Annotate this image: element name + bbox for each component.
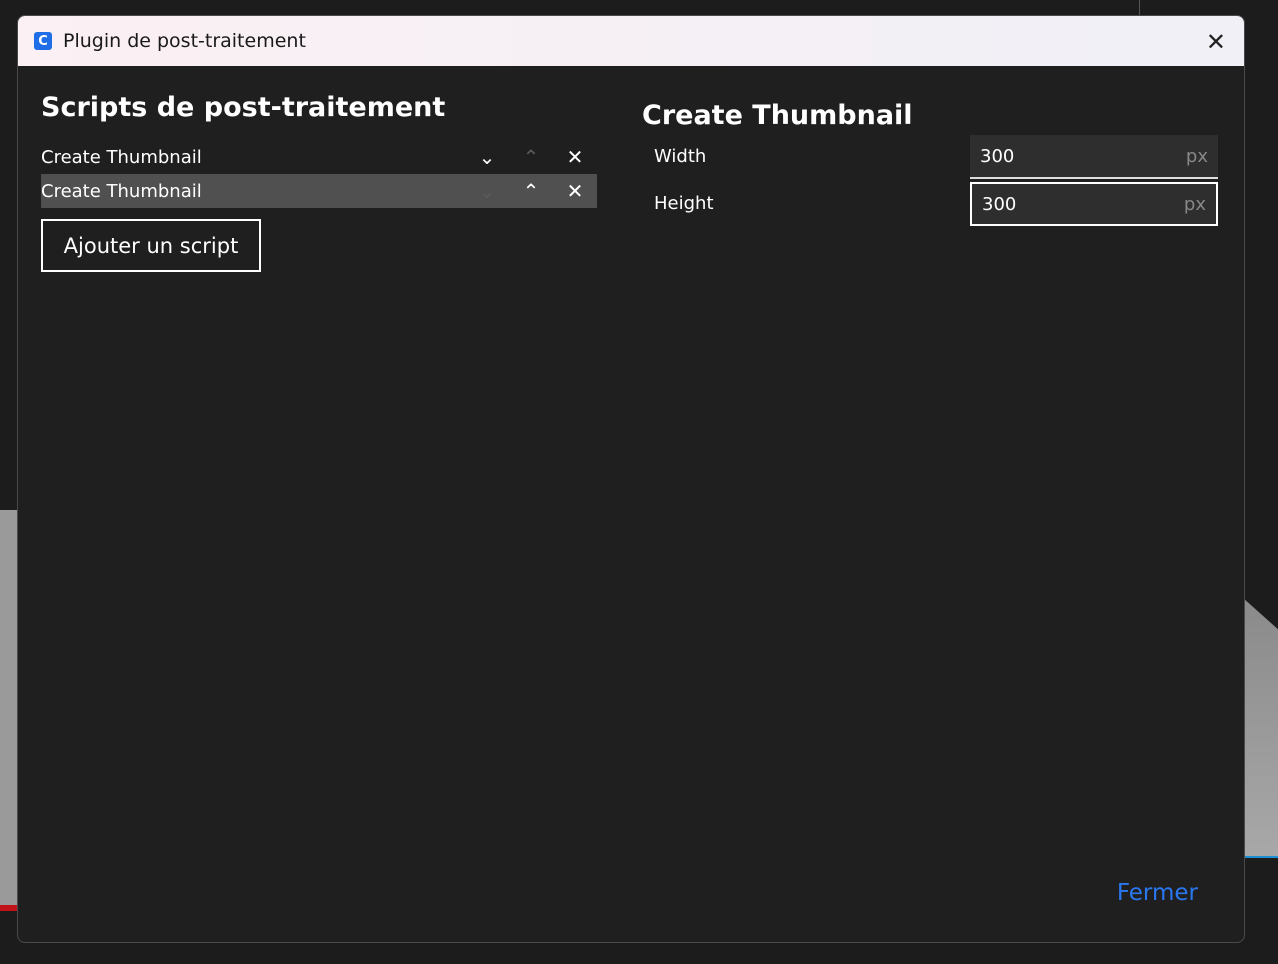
background-build-plate [1243,598,1278,858]
title-bar: C Plugin de post-traitement ✕ [18,16,1244,66]
chevron-down-icon[interactable]: ⌄ [465,145,509,169]
chevron-up-icon[interactable]: ⌃ [509,179,553,203]
remove-icon[interactable]: ✕ [553,145,597,169]
chevron-down-icon[interactable]: ⌄ [465,179,509,203]
background-line [1139,0,1140,16]
script-label: Create Thumbnail [41,146,202,168]
script-label: Create Thumbnail [41,180,202,202]
height-unit: px [1183,193,1206,215]
width-value[interactable]: 300 [970,146,1186,167]
width-unit: px [1185,145,1208,167]
height-label: Height [654,193,714,214]
height-input[interactable]: 300 px [970,182,1218,226]
width-input[interactable]: 300 px [970,135,1218,179]
close-button[interactable]: Fermer [1117,880,1198,906]
add-script-button[interactable]: Ajouter un script [41,219,261,272]
remove-icon[interactable]: ✕ [553,179,597,203]
height-value[interactable]: 300 [972,194,1184,215]
settings-heading: Create Thumbnail [642,100,913,131]
app-icon: C [34,32,52,50]
width-label: Width [654,146,707,167]
close-icon[interactable]: ✕ [1206,28,1226,56]
script-list-item-selected[interactable]: Create Thumbnail ⌄ ⌃ ✕ [41,174,597,208]
post-processing-dialog: C Plugin de post-traitement ✕ Scripts de… [17,15,1245,943]
scripts-heading: Scripts de post-traitement [41,92,446,123]
chevron-up-icon[interactable]: ⌃ [509,145,553,169]
background-build-plate [0,510,18,911]
script-list-item[interactable]: Create Thumbnail ⌄ ⌃ ✕ [41,140,597,174]
window-title: Plugin de post-traitement [63,30,306,52]
